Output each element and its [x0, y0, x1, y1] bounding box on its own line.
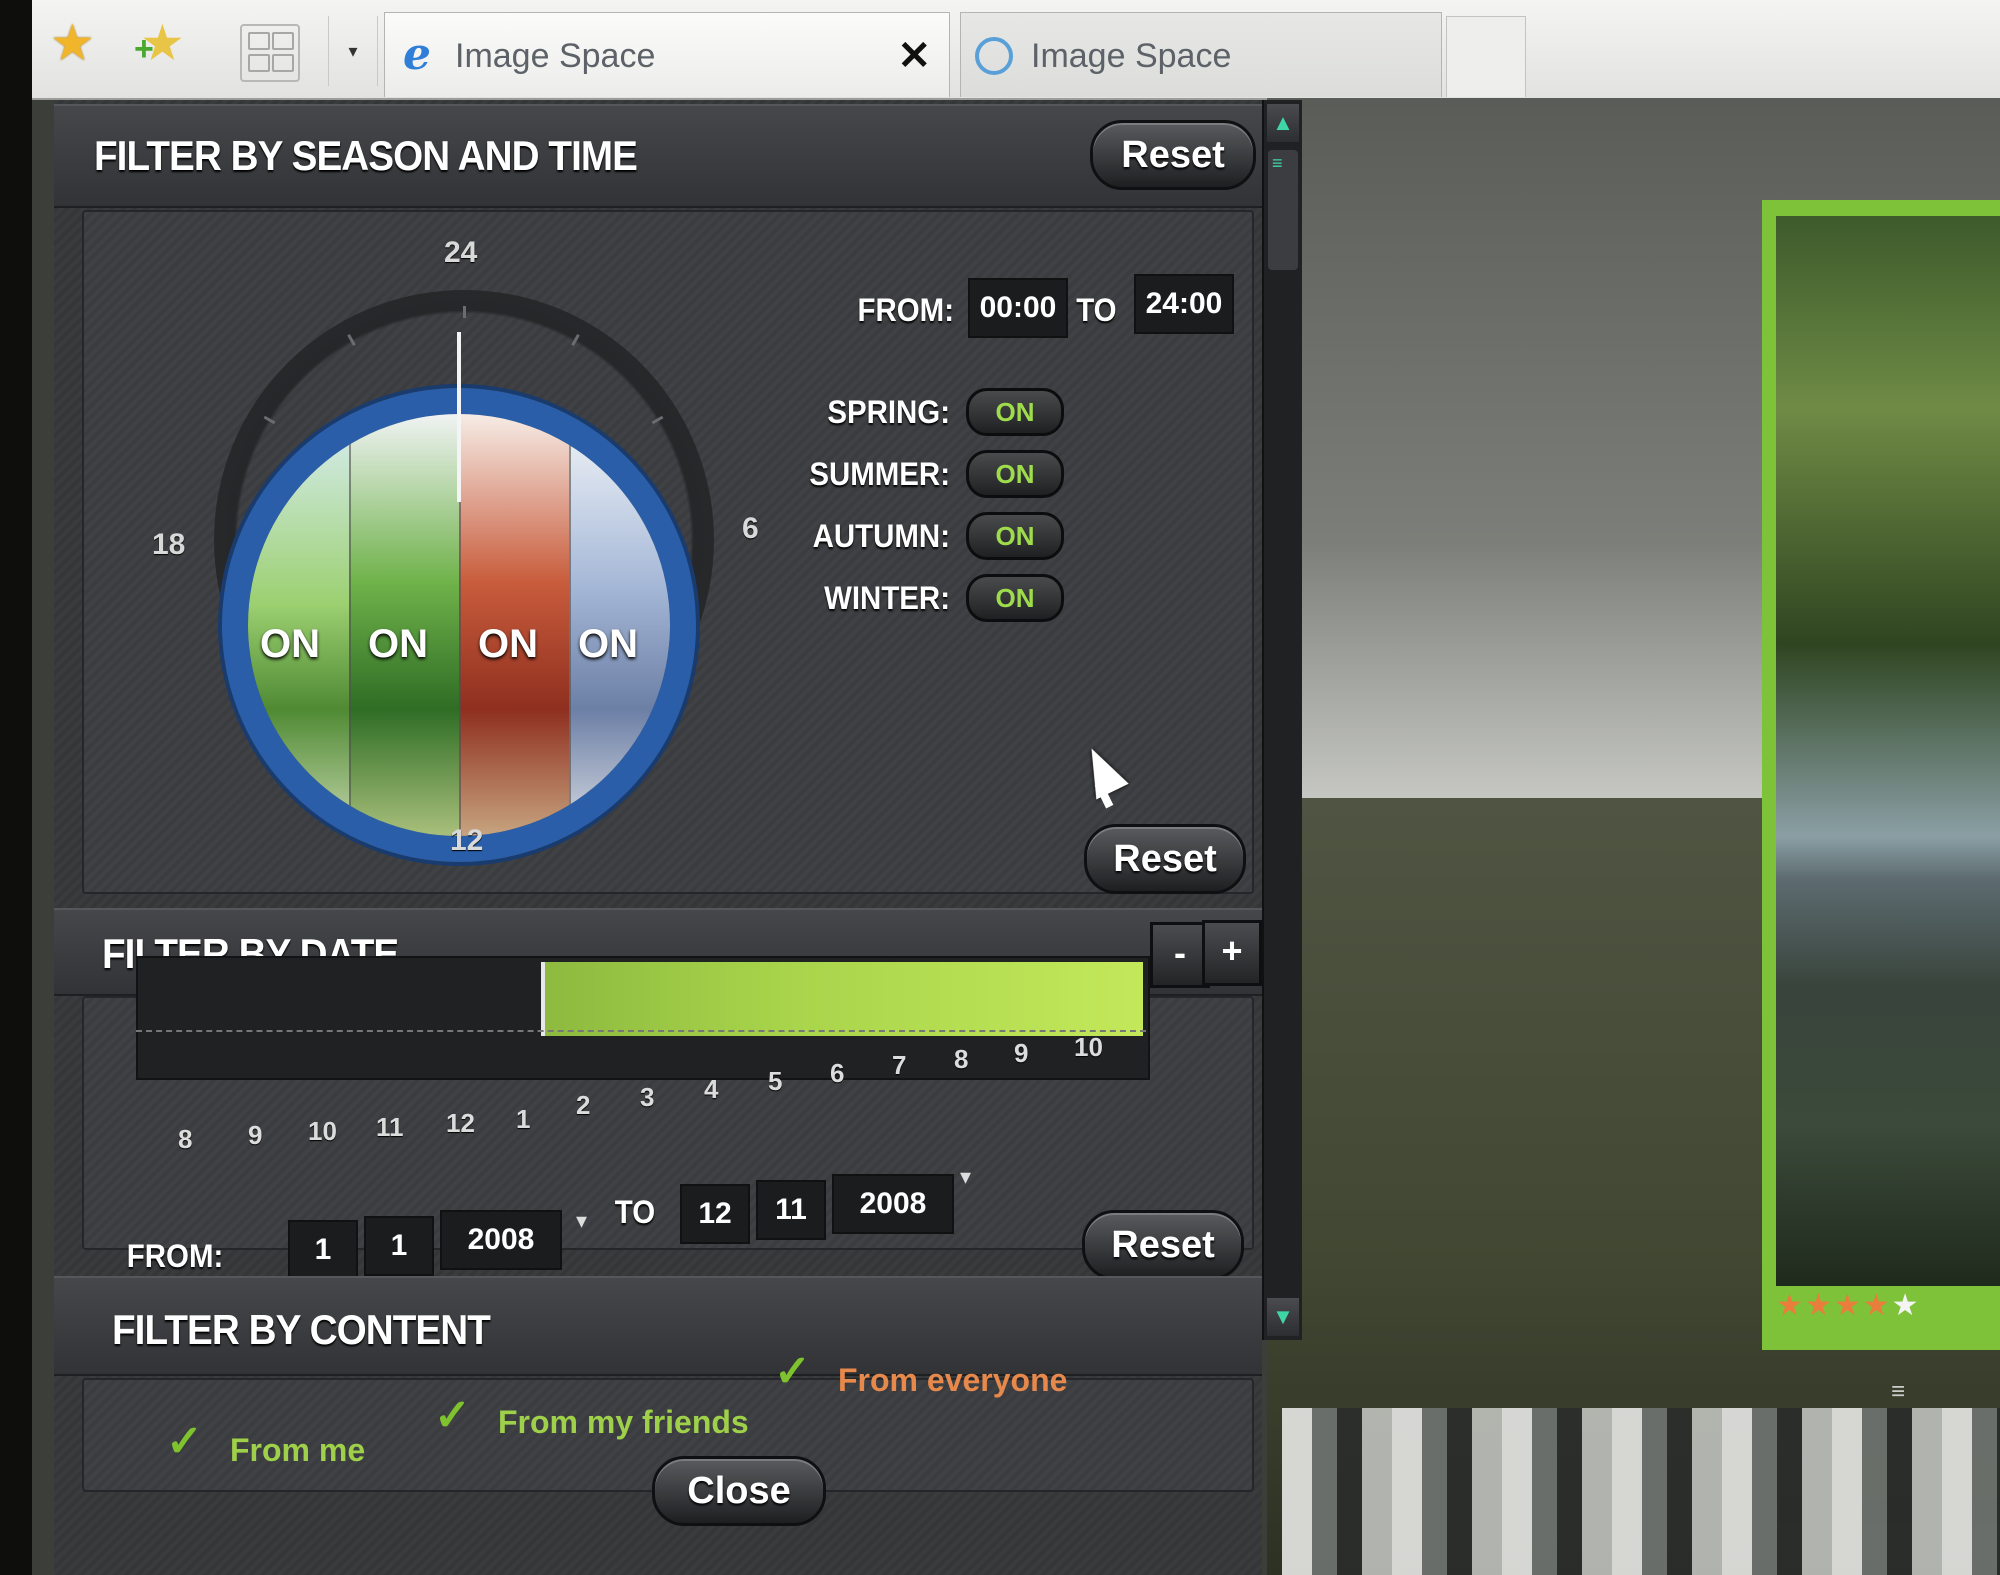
content-header: FILTER BY CONTENT	[54, 1276, 1262, 1376]
date-to-month[interactable]: 11	[756, 1180, 826, 1240]
panel-scrollbar[interactable]: ▲ ≡ ▼	[1262, 100, 1302, 1340]
autumn-label: AUTUMN:	[812, 518, 950, 554]
drag-handle-icon[interactable]: ≡	[1891, 1378, 1905, 1406]
hour-label-24: 24	[444, 236, 478, 269]
month-label: 3	[640, 1082, 655, 1112]
month-label: 12	[446, 1108, 475, 1138]
from-everyone-option[interactable]: From everyone	[838, 1362, 1067, 1399]
month-label: 5	[768, 1066, 783, 1096]
tab-image-space-loading[interactable]: Image Space	[960, 12, 1442, 97]
loading-icon	[975, 37, 1013, 75]
date-from-day[interactable]: 1	[288, 1220, 358, 1280]
reset-season-button[interactable]: Reset	[1090, 120, 1256, 190]
favorites-star-icon[interactable]: ★	[50, 18, 95, 68]
tab-title: Image Space	[455, 37, 656, 75]
reset-time-button[interactable]: Reset	[1084, 824, 1246, 894]
month-label: 7	[892, 1050, 907, 1080]
new-tab-button[interactable]	[1446, 16, 1526, 97]
rating-stars[interactable]: ★★★★★	[1776, 1288, 1921, 1323]
star-icon[interactable]: ★	[1863, 1289, 1892, 1322]
tab-title: Image Space	[1031, 37, 1232, 75]
summer-toggle[interactable]: ON	[966, 450, 1064, 498]
spring-label: SPRING:	[827, 394, 950, 430]
content-title: FILTER BY CONTENT	[112, 1306, 491, 1353]
season-time-header: FILTER BY SEASON AND TIME Reset	[54, 104, 1262, 208]
date-to-label: TO	[614, 1194, 656, 1230]
month-label: 11	[376, 1112, 404, 1142]
from-friends-option[interactable]: From my friends	[498, 1404, 749, 1441]
date-to-year[interactable]: 2008	[832, 1174, 954, 1234]
month-label: 1	[516, 1104, 531, 1134]
reset-date-button[interactable]: Reset	[1082, 1210, 1244, 1280]
chevron-down-icon[interactable]: ▾	[960, 1164, 971, 1190]
photo-image	[1776, 216, 2000, 1286]
spring-toggle[interactable]: ON	[966, 388, 1064, 436]
zoom-out-button[interactable]: -	[1150, 922, 1210, 988]
date-to-day[interactable]: 12	[680, 1184, 750, 1244]
summer-label: SUMMER:	[809, 456, 950, 492]
tab-image-space-active[interactable]: e Image Space ✕	[384, 12, 950, 97]
hour-label-18: 18	[152, 528, 186, 561]
wedge-autumn-state: ON	[478, 622, 538, 666]
scroll-down-icon[interactable]: ▼	[1267, 1298, 1299, 1336]
time-to-label: TO	[1076, 292, 1117, 328]
checkmark-icon[interactable]: ✓	[434, 1390, 471, 1441]
wedge-summer-state: ON	[368, 622, 428, 666]
checkmark-icon[interactable]: ✓	[774, 1346, 811, 1397]
hour-label-6: 6	[742, 512, 759, 545]
grip-icon: ≡	[1272, 153, 1283, 173]
browser-logo-icon: e	[403, 29, 431, 80]
month-label: 9	[1014, 1038, 1029, 1068]
time-from-label: FROM:	[857, 292, 954, 328]
autumn-toggle[interactable]: ON	[966, 512, 1064, 560]
clock-hand[interactable]	[457, 332, 461, 502]
date-range-selection[interactable]	[541, 962, 1143, 1036]
month-label: 6	[830, 1058, 845, 1088]
date-from-label: FROM:	[126, 1238, 224, 1274]
month-label: 9	[248, 1120, 263, 1150]
season-time-title: FILTER BY SEASON AND TIME	[94, 132, 638, 179]
time-to-field[interactable]: 24:00	[1134, 274, 1234, 334]
hour-label-12: 12	[450, 824, 484, 857]
month-label: 10	[1074, 1032, 1103, 1062]
browser-tab-bar: ★ ★ + ▾ e Image Space ✕ Image Space	[32, 0, 2000, 100]
date-from-year[interactable]: 2008	[440, 1210, 562, 1270]
wedge-winter-state: ON	[578, 622, 638, 666]
star-icon[interactable]: ★	[1805, 1289, 1834, 1322]
photo-filmstrip[interactable]: ≡	[1282, 1378, 2000, 1575]
from-me-option[interactable]: From me	[230, 1432, 365, 1469]
month-label: 8	[954, 1044, 969, 1074]
star-icon[interactable]: ★	[1834, 1289, 1863, 1322]
checkmark-icon[interactable]: ✓	[166, 1416, 203, 1467]
chevron-down-icon: ▾	[348, 41, 358, 61]
winter-toggle[interactable]: ON	[966, 574, 1064, 622]
filter-panel: FILTER BY SEASON AND TIME Reset ON ON ON…	[54, 100, 1262, 1575]
screen: ★ ★+ ▾ e Image Space ✕ Image Space ◀ ★★★…	[32, 0, 2000, 1575]
quick-tabs-icon[interactable]	[240, 24, 300, 82]
tab-list-dropdown[interactable]: ▾	[328, 16, 378, 86]
winter-label: WINTER:	[824, 580, 950, 616]
month-label: 10	[308, 1116, 337, 1146]
chevron-down-icon[interactable]: ▾	[576, 1208, 587, 1234]
close-tab-icon[interactable]: ✕	[897, 33, 931, 79]
scroll-up-icon[interactable]: ▲	[1267, 104, 1299, 142]
star-icon[interactable]: ★	[1892, 1289, 1921, 1322]
star-icon[interactable]: ★	[1776, 1289, 1805, 1322]
month-label: 4	[704, 1074, 719, 1104]
selected-photo-card[interactable]: ★★★★★	[1762, 200, 2000, 1350]
month-label: 8	[178, 1124, 193, 1154]
close-button[interactable]: Close	[652, 1456, 826, 1526]
zoom-in-button[interactable]: +	[1202, 920, 1262, 986]
time-from-field[interactable]: 00:00	[968, 278, 1068, 338]
date-from-month[interactable]: 1	[364, 1216, 434, 1276]
wedge-spring-state: ON	[260, 622, 320, 666]
add-favorite-icon[interactable]: ★ +	[134, 18, 185, 68]
timeline-ruler	[136, 1030, 1146, 1040]
month-label: 2	[576, 1090, 591, 1120]
